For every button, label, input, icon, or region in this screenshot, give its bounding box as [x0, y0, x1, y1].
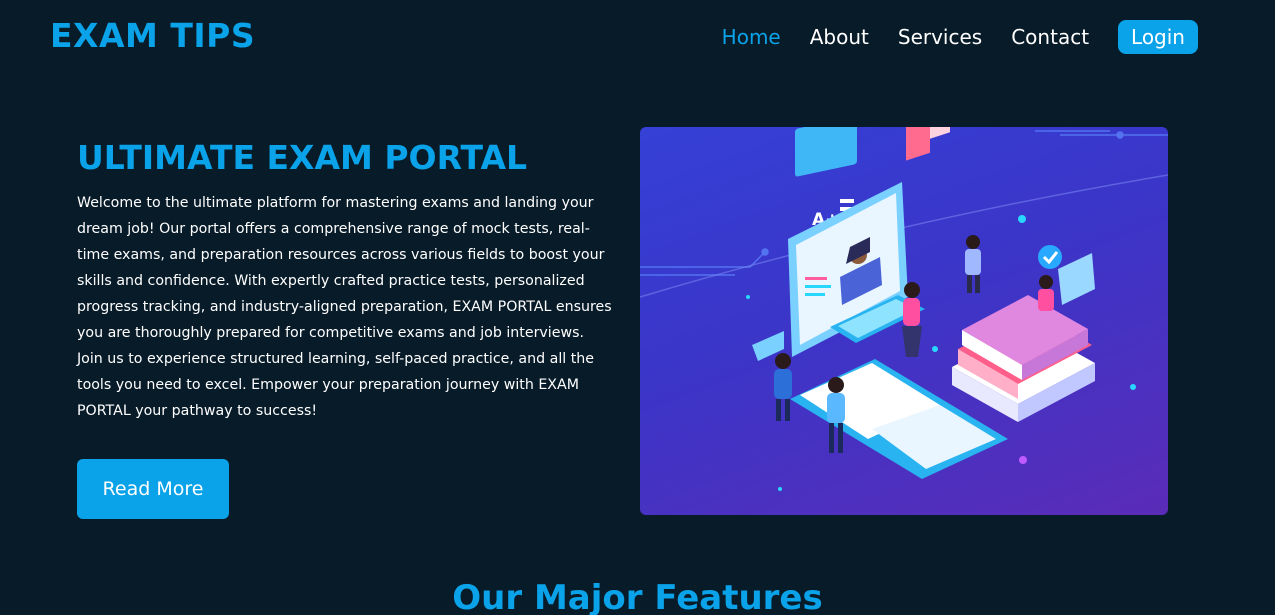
site-logo[interactable]: EXAM TIPS	[50, 16, 255, 55]
hero-illustration: A+	[640, 127, 1168, 515]
login-button[interactable]: Login	[1118, 20, 1198, 54]
nav-contact-link[interactable]: Contact	[1011, 21, 1089, 53]
book-stack-icon	[952, 295, 1095, 422]
books-shelf-icon	[906, 127, 950, 161]
page: EXAM TIPS Home About Services Contact Lo…	[0, 0, 1275, 615]
nav-home-link[interactable]: Home	[722, 21, 781, 53]
hero-title: ULTIMATE EXAM PORTAL	[77, 138, 528, 177]
hero-description: Welcome to the ultimate platform for mas…	[77, 195, 612, 419]
nav-services-link[interactable]: Services	[898, 21, 982, 53]
read-more-button[interactable]: Read More	[77, 459, 229, 519]
nav-about-link[interactable]: About	[810, 21, 869, 53]
online-exam-illustration: A+	[640, 127, 1168, 491]
features-section-title: Our Major Features	[452, 578, 823, 615]
main-nav: Home About Services Contact Login	[722, 20, 1198, 54]
